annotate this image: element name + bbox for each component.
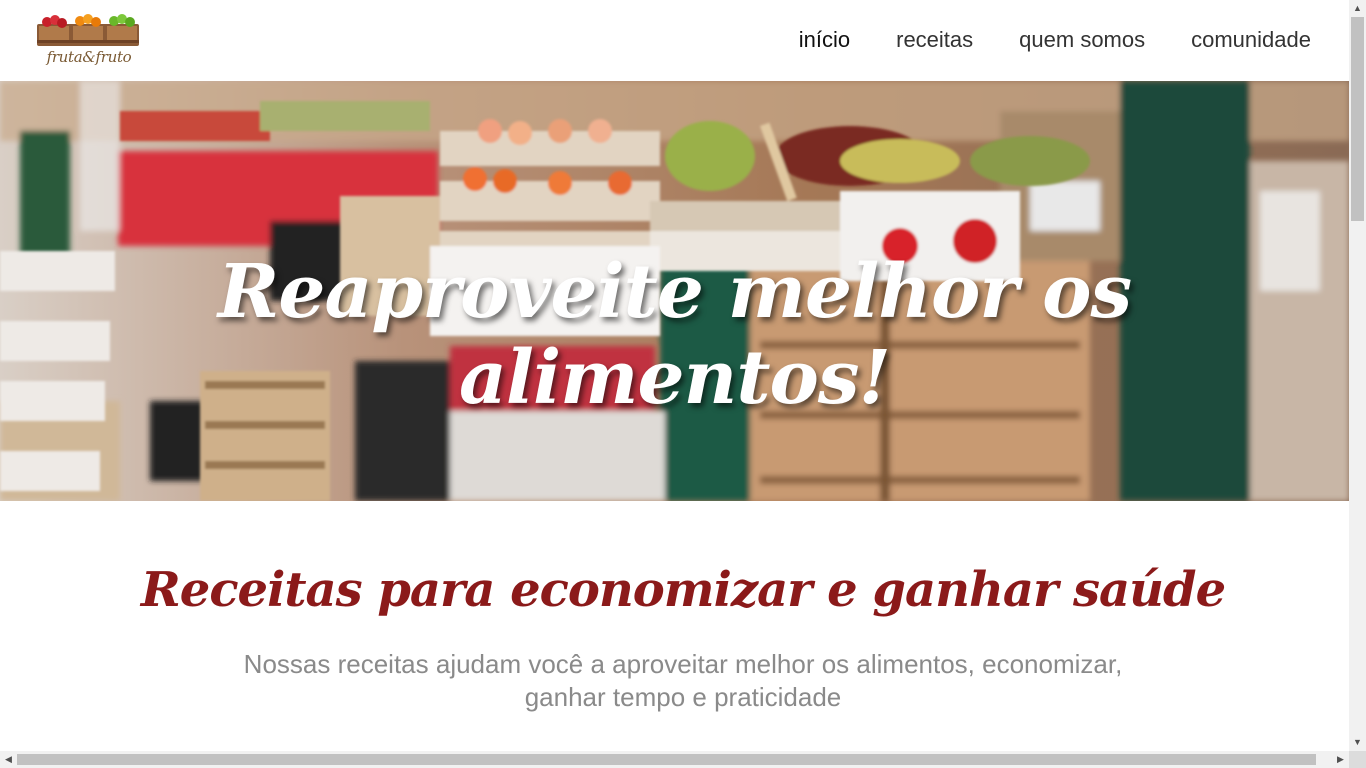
horizontal-scrollbar[interactable]: ◀ ▶ xyxy=(0,751,1349,768)
page: fruta&fruto início receitas quem somos c… xyxy=(0,0,1349,751)
main-nav: início receitas quem somos comunidade xyxy=(799,26,1311,54)
section-subtitle: Nossas receitas ajudam você a aproveitar… xyxy=(243,649,1123,712)
nav-item-comunidade[interactable]: comunidade xyxy=(1191,26,1311,54)
scroll-left-icon[interactable]: ◀ xyxy=(0,751,17,768)
scrollbar-corner xyxy=(1349,751,1366,768)
vertical-scrollbar[interactable]: ▲ ▼ xyxy=(1349,0,1366,751)
nav-item-quem-somos[interactable]: quem somos xyxy=(1019,26,1145,54)
nav-item-receitas[interactable]: receitas xyxy=(896,26,973,54)
vertical-scroll-thumb[interactable] xyxy=(1351,17,1364,221)
scroll-down-icon[interactable]: ▼ xyxy=(1349,734,1366,751)
horizontal-scroll-thumb[interactable] xyxy=(17,754,1316,765)
logo-text: fruta&fruto xyxy=(46,48,132,66)
nav-item-inicio[interactable]: início xyxy=(799,26,850,54)
section-title: Receitas para economizar e ganhar saúde xyxy=(140,562,1226,618)
scroll-right-icon[interactable]: ▶ xyxy=(1332,751,1349,768)
site-header: fruta&fruto início receitas quem somos c… xyxy=(0,0,1349,81)
logo[interactable]: fruta&fruto xyxy=(37,12,141,72)
hero-banner: Reaproveite melhor os alimentos! xyxy=(0,81,1349,501)
hero-title: Reaproveite melhor os alimentos! xyxy=(217,249,1132,421)
scroll-up-icon[interactable]: ▲ xyxy=(1349,0,1366,17)
fruit-crates-icon xyxy=(37,14,139,46)
